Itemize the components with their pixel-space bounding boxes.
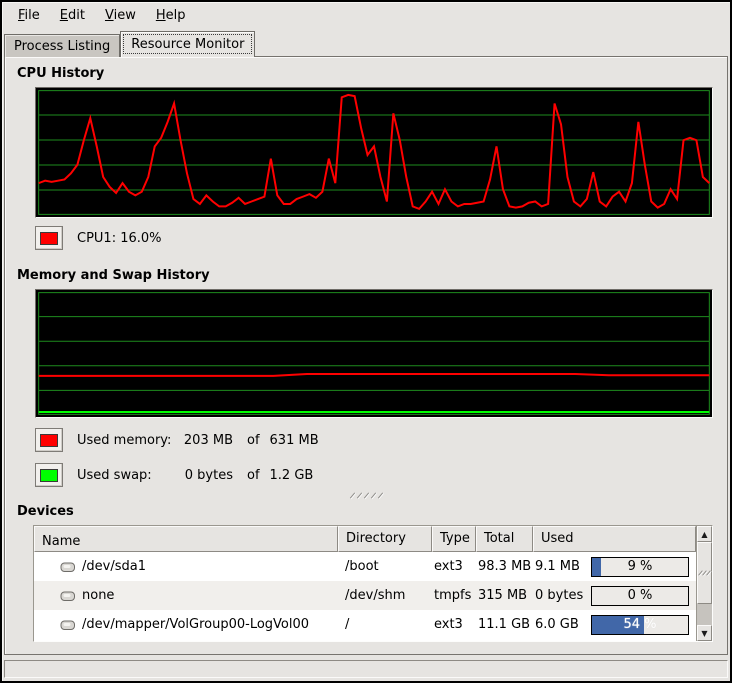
device-total: 315 MB bbox=[476, 588, 533, 603]
used-memory-value: 203 MB bbox=[173, 433, 233, 448]
used-memory-of: of bbox=[247, 433, 260, 448]
drive-icon bbox=[60, 618, 76, 632]
drive-icon bbox=[60, 589, 76, 603]
cpu-legend-label: CPU1: 16.0% bbox=[77, 231, 162, 246]
tab-bar: Process Listing Resource Monitor bbox=[2, 29, 730, 56]
device-directory: /dev/shm bbox=[338, 588, 432, 603]
scrollbar-thumb[interactable] bbox=[697, 542, 712, 604]
device-used: 6.0 GB bbox=[533, 617, 591, 632]
memory-swap-chart bbox=[35, 289, 713, 418]
usage-percent-label: 0 % bbox=[592, 587, 688, 605]
devices-title: Devices bbox=[17, 504, 727, 519]
device-directory: / bbox=[338, 617, 432, 632]
vertical-scrollbar[interactable]: ▲ ▼ bbox=[696, 526, 712, 641]
menubar: File Edit View Help bbox=[2, 2, 730, 29]
devices-table: Name Directory Type Total Used /dev/sda1… bbox=[33, 525, 713, 642]
used-swap-total: 1.2 GB bbox=[270, 468, 314, 483]
cpu-history-title: CPU History bbox=[17, 66, 727, 81]
tab-resource-monitor[interactable]: Resource Monitor bbox=[120, 31, 255, 57]
menu-edit[interactable]: Edit bbox=[50, 4, 95, 27]
device-type: ext3 bbox=[432, 617, 476, 632]
system-monitor-window: File Edit View Help Process Listing Reso… bbox=[0, 0, 732, 683]
memory-color-swatch[interactable] bbox=[35, 428, 63, 452]
table-row-dev-sda1[interactable]: /dev/sda1 /boot ext3 98.3 MB 9.1 MB 9 % bbox=[34, 552, 696, 581]
device-type: tmpfs bbox=[432, 588, 476, 603]
swap-color-fill bbox=[40, 469, 58, 482]
column-header-name[interactable]: Name bbox=[34, 526, 338, 552]
device-name: none bbox=[82, 588, 114, 603]
device-total: 11.1 GB bbox=[476, 617, 533, 632]
used-swap-value: 0 bytes bbox=[173, 468, 233, 483]
column-header-total[interactable]: Total bbox=[476, 526, 533, 552]
column-header-type[interactable]: Type bbox=[432, 526, 476, 552]
device-directory: /boot bbox=[338, 559, 432, 574]
used-memory-legend: Used memory: 203 MB of 631 MB bbox=[35, 428, 727, 452]
memory-history-title: Memory and Swap History bbox=[17, 268, 727, 283]
drive-icon bbox=[60, 560, 76, 574]
device-used: 0 bytes bbox=[533, 588, 591, 603]
cpu-color-swatch[interactable] bbox=[35, 226, 63, 250]
used-swap-label: Used swap: bbox=[77, 468, 173, 483]
usage-percent-label: 54 % bbox=[592, 616, 688, 634]
scroll-up-icon[interactable]: ▲ bbox=[697, 526, 712, 542]
cpu-legend: CPU1: 16.0% bbox=[35, 226, 727, 250]
device-name: /dev/mapper/VolGroup00-LogVol00 bbox=[82, 617, 309, 632]
device-used: 9.1 MB bbox=[533, 559, 591, 574]
usage-progressbar: 54 % bbox=[591, 615, 689, 635]
scrollbar-track[interactable] bbox=[697, 604, 712, 625]
table-row-mapper-volgroup[interactable]: /dev/mapper/VolGroup00-LogVol00 / ext3 1… bbox=[34, 610, 696, 639]
statusbar bbox=[4, 660, 728, 678]
used-memory-label: Used memory: bbox=[77, 433, 173, 448]
used-memory-total: 631 MB bbox=[270, 433, 319, 448]
menu-file[interactable]: File bbox=[8, 4, 50, 27]
usage-progressbar: 0 % bbox=[591, 586, 689, 606]
used-swap-legend: Used swap: 0 bytes of 1.2 GB bbox=[35, 463, 727, 487]
column-header-used[interactable]: Used bbox=[533, 526, 696, 552]
cpu-history-chart bbox=[35, 87, 713, 218]
memory-color-fill bbox=[40, 434, 58, 447]
scroll-down-icon[interactable]: ▼ bbox=[697, 625, 712, 641]
column-header-directory[interactable]: Directory bbox=[338, 526, 432, 552]
device-name: /dev/sda1 bbox=[82, 559, 146, 574]
pane-resize-grip[interactable] bbox=[5, 490, 727, 500]
devices-table-header: Name Directory Type Total Used bbox=[34, 526, 696, 552]
memory-legends: Used memory: 203 MB of 631 MB Used swap:… bbox=[5, 428, 727, 487]
device-total: 98.3 MB bbox=[476, 559, 533, 574]
tab-process-listing[interactable]: Process Listing bbox=[4, 34, 120, 57]
menu-view[interactable]: View bbox=[95, 4, 146, 27]
cpu-color-fill bbox=[40, 232, 58, 245]
usage-progressbar: 9 % bbox=[591, 557, 689, 577]
used-swap-of: of bbox=[247, 468, 260, 483]
usage-percent-label: 9 % bbox=[592, 558, 688, 576]
device-type: ext3 bbox=[432, 559, 476, 574]
menu-help[interactable]: Help bbox=[146, 4, 196, 27]
table-row-none[interactable]: none /dev/shm tmpfs 315 MB 0 bytes 0 % bbox=[34, 581, 696, 610]
resource-monitor-panel: CPU History CPU1: 16.0% Memory and Swap … bbox=[4, 56, 728, 655]
swap-color-swatch[interactable] bbox=[35, 463, 63, 487]
